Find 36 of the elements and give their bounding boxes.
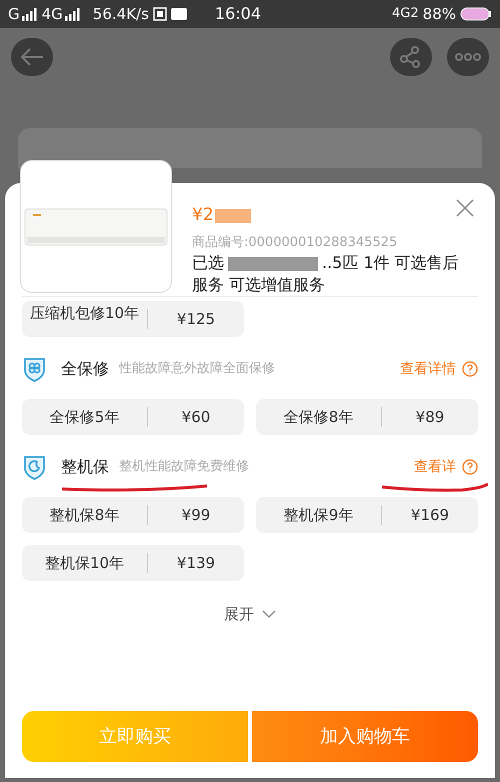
option-chip[interactable]: 压缩机包修10年 ¥125 <box>22 301 244 337</box>
share-button[interactable] <box>390 38 432 76</box>
signal-icon <box>22 8 38 20</box>
option-chip[interactable]: 整机保9年 ¥169 <box>256 497 478 533</box>
network-label: G <box>8 4 20 25</box>
shield-icon <box>22 356 47 382</box>
section-subtitle: 性能故障意外故障全面保修 <box>119 360 275 378</box>
option-chip[interactable]: 整机保8年 ¥99 <box>22 497 244 533</box>
battery-percent: 88% <box>422 4 456 25</box>
battery-icon <box>460 7 492 21</box>
network-label: 4G <box>42 4 63 25</box>
option-chip[interactable]: 全保修5年 ¥60 <box>22 399 244 435</box>
more-button[interactable] <box>447 38 489 76</box>
network-speed: 56.4K/s <box>92 4 149 25</box>
expand-button[interactable]: 展开 <box>224 603 276 626</box>
back-button[interactable] <box>11 38 53 76</box>
help-icon <box>462 459 478 475</box>
help-icon <box>462 361 478 377</box>
chevron-down-icon <box>262 610 276 618</box>
more-icon <box>455 53 481 61</box>
product-price: ¥2 <box>192 204 214 227</box>
close-icon <box>456 199 474 217</box>
section-title: 全保修 <box>61 358 109 380</box>
section-subtitle: 整机性能故障免费维修 <box>119 458 249 476</box>
option-chip[interactable]: 全保修8年 ¥89 <box>256 399 478 435</box>
option-chip[interactable]: 整机保10年 ¥139 <box>22 545 244 581</box>
network-label: 4G2 <box>392 5 419 24</box>
share-icon <box>400 46 422 68</box>
product-code: 商品编号:000000010288345525 <box>192 234 398 252</box>
blur-patch <box>214 208 251 223</box>
section-title: 整机保 <box>61 456 109 478</box>
clock: 16:04 <box>214 3 262 25</box>
back-arrow-icon <box>20 48 44 66</box>
selected-spec: 已选 ..5匹 1件 可选售后服务 可选增值服务 <box>192 252 460 296</box>
signal-icon <box>64 8 81 20</box>
shield-icon <box>22 454 47 480</box>
